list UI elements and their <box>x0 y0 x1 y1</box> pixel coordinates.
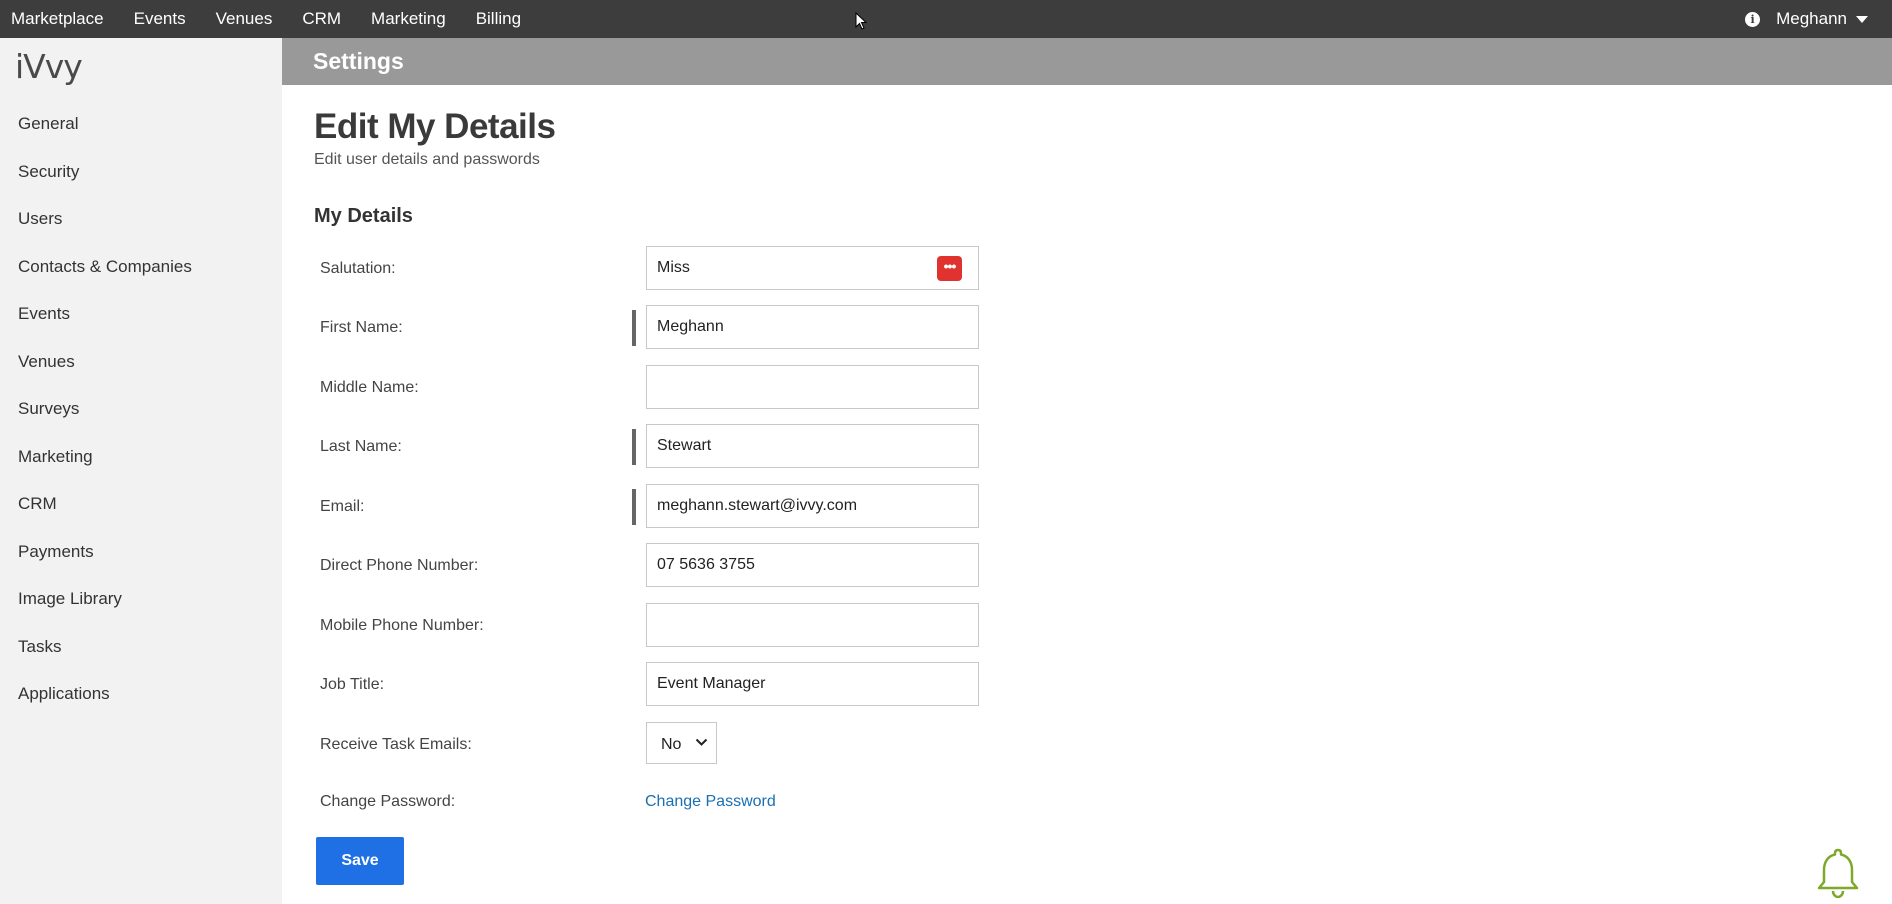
task-emails-value: No <box>661 736 682 753</box>
sidebar-item-security[interactable]: Security <box>0 148 282 196</box>
user-name: Meghann <box>1776 9 1847 28</box>
sidebar-item-crm[interactable]: CRM <box>0 480 282 528</box>
salutation-field-wrap: ••• <box>646 246 979 290</box>
topnav-marketing[interactable]: Marketing <box>356 0 461 38</box>
topnav-venues[interactable]: Venues <box>201 0 288 38</box>
section-title: My Details <box>314 205 413 227</box>
change-password-label: Change Password: <box>320 793 456 810</box>
info-icon[interactable]: i <box>1745 11 1761 27</box>
topnav-crm[interactable]: CRM <box>287 0 356 38</box>
page-subtitle: Edit user details and passwords <box>314 151 540 168</box>
form-row-job-title: Job Title: <box>314 662 1014 708</box>
direct-phone-label: Direct Phone Number: <box>320 557 479 574</box>
sidebar-menu: General Security Users Contacts & Compan… <box>0 100 282 718</box>
mouse-cursor-icon <box>855 12 867 30</box>
topnav-events[interactable]: Events <box>119 0 201 38</box>
form-row-middle-name: Middle Name: <box>314 365 1014 411</box>
form-row-task-emails: Receive Task Emails: No <box>314 722 1014 768</box>
required-indicator <box>632 429 636 465</box>
sidebar-item-events[interactable]: Events <box>0 290 282 338</box>
mobile-phone-label: Mobile Phone Number: <box>320 617 484 634</box>
ivvy-logo[interactable]: iVvy <box>15 47 83 86</box>
task-emails-label: Receive Task Emails: <box>320 736 472 753</box>
sidebar: iVvy General Security Users Contacts & C… <box>0 38 282 904</box>
salutation-label: Salutation: <box>320 260 396 277</box>
form-row-first-name: First Name: <box>314 305 1014 351</box>
job-title-label: Job Title: <box>320 676 385 693</box>
mobile-phone-input[interactable] <box>646 603 979 647</box>
top-nav-bar: Marketplace Events Venues CRM Marketing … <box>0 0 1892 38</box>
sidebar-item-tasks[interactable]: Tasks <box>0 623 282 671</box>
middle-name-input[interactable] <box>646 365 979 409</box>
first-name-label: First Name: <box>320 319 403 336</box>
form-row-direct-phone: Direct Phone Number: <box>314 543 1014 589</box>
task-emails-select[interactable]: No <box>646 722 717 764</box>
job-title-input[interactable] <box>646 662 979 706</box>
chevron-down-icon <box>695 738 708 746</box>
save-button[interactable]: Save <box>316 837 404 885</box>
sidebar-item-contacts-companies[interactable]: Contacts & Companies <box>0 243 282 291</box>
top-right-controls: i Meghann <box>1745 0 1892 38</box>
settings-header: Settings <box>282 38 1892 85</box>
password-manager-icon[interactable]: ••• <box>937 256 962 281</box>
topnav-billing[interactable]: Billing <box>461 0 536 38</box>
direct-phone-input[interactable] <box>646 543 979 587</box>
email-input[interactable] <box>646 484 979 528</box>
user-menu[interactable]: Meghann <box>1776 9 1868 29</box>
sidebar-item-applications[interactable]: Applications <box>0 670 282 718</box>
required-indicator <box>632 489 636 525</box>
required-indicator <box>632 310 636 346</box>
form-row-last-name: Last Name: <box>314 424 1014 470</box>
sidebar-item-users[interactable]: Users <box>0 195 282 243</box>
sidebar-item-general[interactable]: General <box>0 100 282 148</box>
change-password-link[interactable]: Change Password <box>645 779 776 825</box>
last-name-input[interactable] <box>646 424 979 468</box>
salutation-input[interactable] <box>646 246 979 290</box>
top-nav: Marketplace Events Venues CRM Marketing … <box>0 0 536 38</box>
sidebar-item-venues[interactable]: Venues <box>0 338 282 386</box>
middle-name-label: Middle Name: <box>320 379 419 396</box>
topnav-marketplace[interactable]: Marketplace <box>0 0 119 38</box>
first-name-input[interactable] <box>646 305 979 349</box>
page-title: Edit My Details <box>314 107 556 146</box>
form-row-salutation: Salutation: ••• <box>314 246 1014 292</box>
form-row-email: Email: <box>314 484 1014 530</box>
form-row-change-password: Change Password: Change Password <box>314 779 1014 825</box>
form-row-mobile-phone: Mobile Phone Number: <box>314 603 1014 649</box>
settings-title: Settings <box>313 48 404 74</box>
caret-down-icon <box>1856 15 1868 23</box>
sidebar-item-marketing[interactable]: Marketing <box>0 433 282 481</box>
sidebar-item-image-library[interactable]: Image Library <box>0 575 282 623</box>
last-name-label: Last Name: <box>320 438 402 455</box>
notification-bell-icon[interactable] <box>1816 846 1860 898</box>
sidebar-item-payments[interactable]: Payments <box>0 528 282 576</box>
email-label: Email: <box>320 498 365 515</box>
sidebar-item-surveys[interactable]: Surveys <box>0 385 282 433</box>
